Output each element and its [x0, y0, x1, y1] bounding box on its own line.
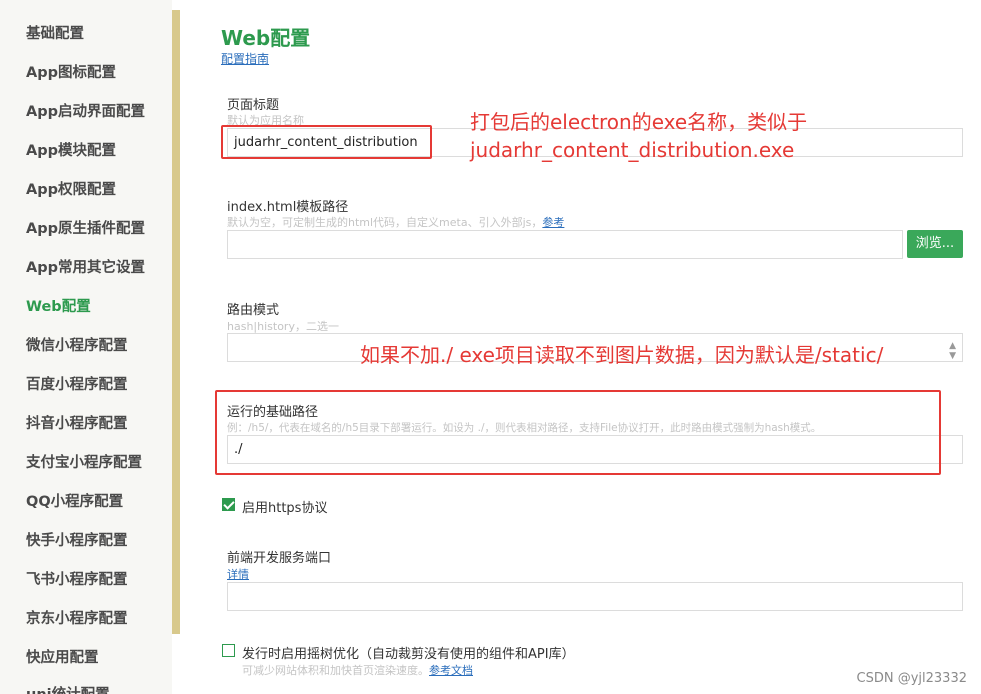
chevron-down-icon: ▲ ▼	[949, 341, 956, 361]
sidebar-item-app-permissions[interactable]: App权限配置	[26, 178, 116, 199]
sidebar-item-weixin[interactable]: 微信小程序配置	[26, 334, 128, 355]
template-path-hint-text: 默认为空，可定制生成的html代码，自定义meta、引入外部js，	[227, 216, 543, 229]
sidebar-item-qq[interactable]: QQ小程序配置	[26, 490, 123, 511]
annotation-box-base-path	[215, 390, 941, 475]
template-path-hint: 默认为空，可定制生成的html代码，自定义meta、引入外部js，参考	[227, 214, 564, 230]
treeshake-label: 发行时启用摇树优化（自动裁剪没有使用的组件和API库）	[242, 647, 575, 662]
template-path-input[interactable]	[227, 230, 903, 259]
sidebar-item-feishu[interactable]: 飞书小程序配置	[26, 568, 128, 589]
treeshake-hint: 可减少网站体积和加快首页渲染速度。参考文档	[242, 662, 473, 678]
dev-port-details-link[interactable]: 详情	[227, 568, 249, 581]
page-title: Web配置	[221, 26, 311, 50]
config-guide-link[interactable]: 配置指南	[221, 50, 269, 67]
sidebar-item-uni-stat[interactable]: uni统计配置	[26, 683, 110, 694]
sidebar-item-quickapp[interactable]: 快应用配置	[26, 646, 99, 667]
template-path-reference-link[interactable]: 参考	[542, 216, 564, 229]
https-label: 启用https协议	[242, 501, 328, 516]
sidebar-item-app-other[interactable]: App常用其它设置	[26, 256, 145, 277]
annotation-box-title	[221, 125, 432, 159]
template-path-label: index.html模板路径	[227, 200, 349, 215]
sidebar-item-alipay[interactable]: 支付宝小程序配置	[26, 451, 142, 472]
treeshake-hint-text: 可减少网站体积和加快首页渲染速度。	[242, 664, 429, 677]
dev-port-label: 前端开发服务端口	[227, 551, 332, 566]
treeshake-reference-link[interactable]: 参考文档	[429, 664, 473, 677]
annotation-note-exe-name-1: 打包后的electron的exe名称，类似于	[470, 110, 808, 134]
sidebar-item-app-icon[interactable]: App图标配置	[26, 61, 116, 82]
annotation-note-exe-name-2: judarhr_content_distribution.exe	[470, 138, 795, 162]
https-checkbox[interactable]	[222, 498, 235, 511]
sidebar-item-jd[interactable]: 京东小程序配置	[26, 607, 128, 628]
router-mode-label: 路由模式	[227, 303, 280, 318]
sidebar-item-basic[interactable]: 基础配置	[26, 22, 84, 43]
sidebar-item-web[interactable]: Web配置	[26, 295, 91, 316]
sidebar-item-kuaishou[interactable]: 快手小程序配置	[26, 529, 128, 550]
browse-button[interactable]: 浏览...	[907, 230, 963, 258]
router-mode-hint: hash|history，二选一	[227, 320, 339, 333]
sidebar-item-app-splash[interactable]: App启动界面配置	[26, 100, 145, 121]
dev-port-input[interactable]	[227, 582, 963, 611]
sidebar-scroll-accent	[172, 10, 180, 634]
sidebar-item-douyin[interactable]: 抖音小程序配置	[26, 412, 128, 433]
sidebar-item-app-modules[interactable]: App模块配置	[26, 139, 116, 160]
treeshake-checkbox[interactable]	[222, 644, 235, 657]
page-title-label: 页面标题	[227, 98, 280, 113]
annotation-note-base-path: 如果不加./ exe项目读取不到图片数据，因为默认是/static/	[360, 343, 884, 367]
sidebar-item-baidu[interactable]: 百度小程序配置	[26, 373, 128, 394]
sidebar-item-app-native-plugins[interactable]: App原生插件配置	[26, 217, 145, 238]
csdn-watermark: CSDN @yjl23332	[856, 671, 967, 686]
sidebar: 基础配置 App图标配置 App启动界面配置 App模块配置 App权限配置 A…	[0, 0, 172, 694]
